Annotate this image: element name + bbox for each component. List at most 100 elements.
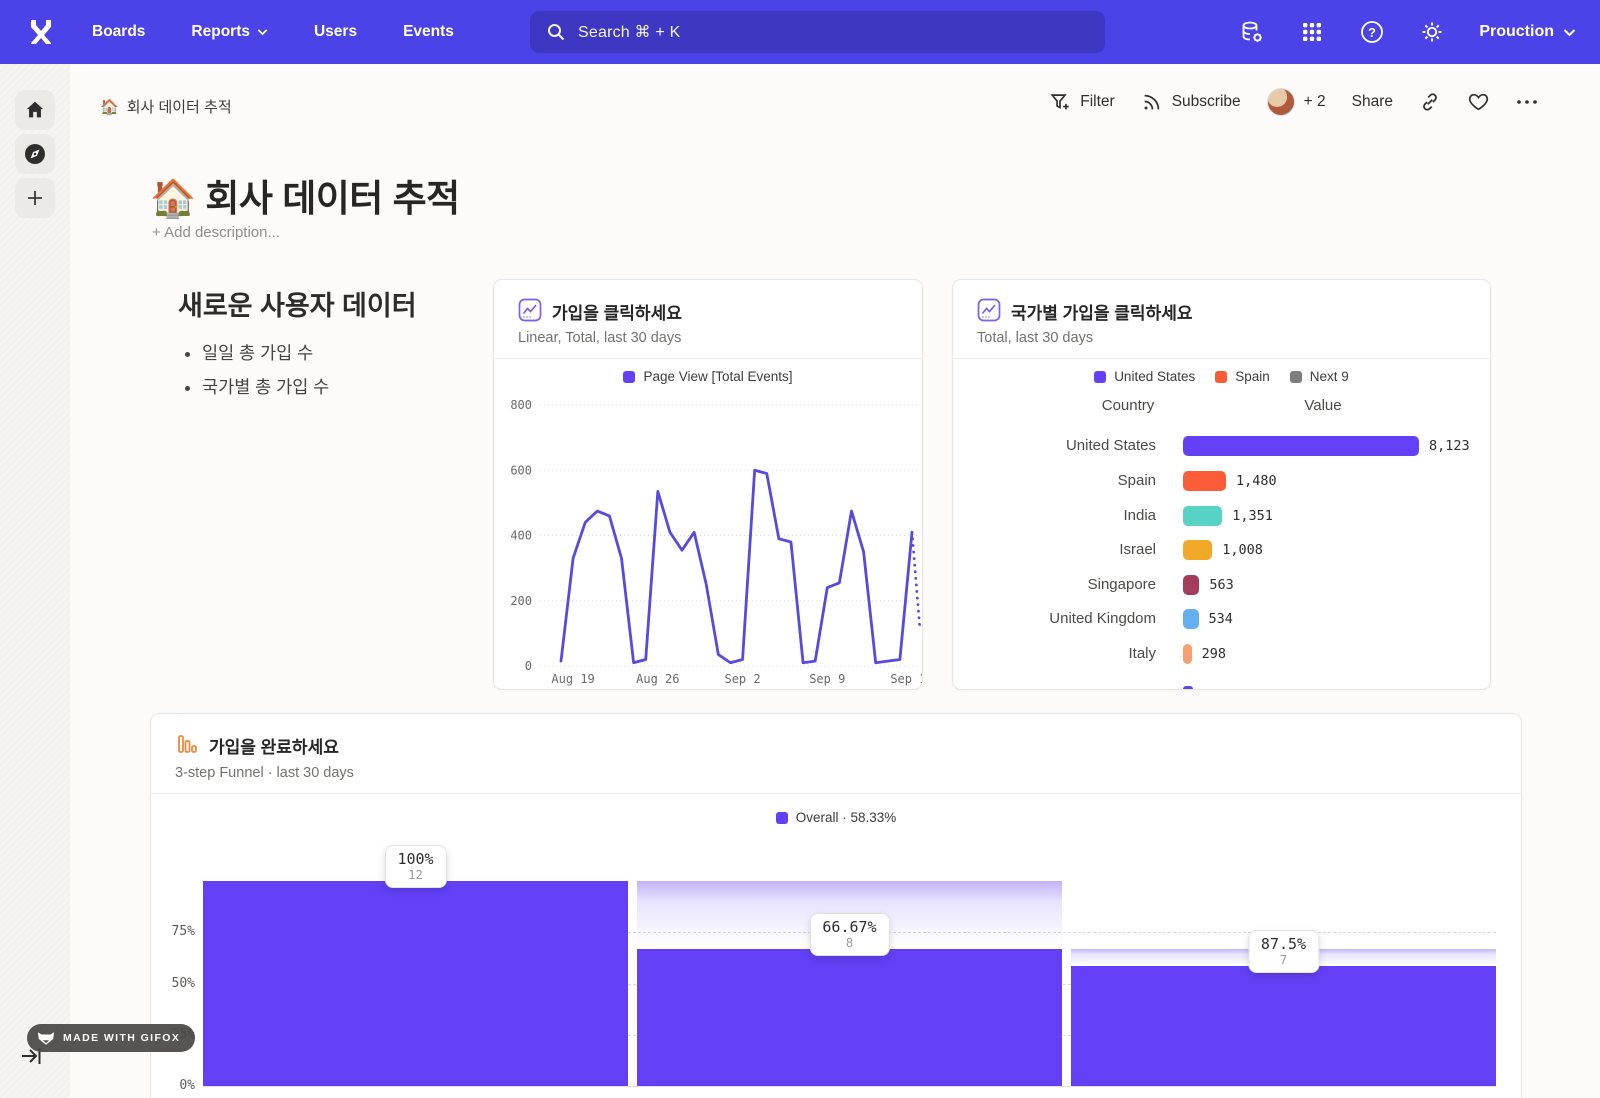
svg-text:800: 800 [510,398,532,412]
funnel-card[interactable]: 가입을 완료하세요 3-step Funnel · last 30 days O… [150,713,1522,1098]
fox-icon [37,1031,55,1046]
country-bar[interactable] [1183,436,1419,456]
rss-icon [1141,91,1163,113]
step-count: 8 [822,936,876,950]
line-chart-title: 가입을 클릭하세요 [552,299,682,324]
nav-item-events[interactable]: Events [403,23,454,41]
collaborators[interactable]: + 2 [1267,88,1326,116]
filter-button[interactable]: Filter [1049,91,1114,113]
title-emoji: 🏠 [150,178,196,219]
funnel-bar-step-2[interactable] [637,949,1062,1086]
add-description[interactable]: + Add description... [152,224,280,241]
country-value: 1,008 [1222,538,1263,562]
subscribe-button[interactable]: Subscribe [1141,91,1241,113]
copy-link-button[interactable] [1419,91,1441,113]
table-row[interactable]: India 1,351 [953,504,1490,528]
legend-label: Next 9 [1310,369,1349,384]
search-input[interactable]: Search ⌘ + K [530,11,1105,53]
line-series-incomplete [912,532,920,630]
conversion-pct: 87.5% [1261,935,1306,953]
favorite-button[interactable] [1467,91,1490,113]
country-value: 1,480 [1236,469,1277,493]
breadcrumb-label: 회사 데이터 추적 [127,96,232,117]
legend-item[interactable]: Next 9 [1290,369,1349,384]
country-bar[interactable] [1183,609,1199,629]
filter-icon [1049,91,1071,113]
country-bar-card[interactable]: 국가별 가입을 클릭하세요 Total, last 30 days United… [952,279,1491,690]
legend-label: United States [1114,369,1195,384]
text-card-heading: 새로운 사용자 데이터 [178,284,417,323]
line-chart-legend: Page View [Total Events] [494,369,922,384]
chevron-down-icon [257,28,268,36]
gifox-label: MADE WITH GIFOX [63,1032,180,1044]
funnel-bar-step-1[interactable] [203,881,628,1086]
column-header-value: Value [1253,397,1393,414]
country-value: 563 [1209,573,1233,597]
country-bar[interactable] [1183,506,1222,526]
legend-item[interactable]: Spain [1215,369,1270,384]
country-bar[interactable] [1183,575,1199,595]
svg-text:?: ? [1368,25,1376,40]
search-icon [546,22,566,42]
share-button[interactable]: Share [1352,93,1393,111]
add-button[interactable] [15,178,55,218]
table-row[interactable]: Spain 1,480 [953,469,1490,493]
settings-icon[interactable] [1419,19,1445,45]
chevron-down-icon [1563,28,1576,37]
line-series [561,470,912,662]
add-icon [25,188,45,208]
nav-item-users[interactable]: Users [314,23,357,41]
bar-chart-icon [977,298,1001,322]
home-button[interactable] [15,90,55,130]
svg-text:0: 0 [525,659,532,673]
country-bar[interactable] [1183,644,1192,664]
svg-text:Sep 9: Sep 9 [809,672,845,686]
heart-icon [1467,91,1490,113]
help-icon[interactable]: ? [1359,19,1385,45]
line-chart-card[interactable]: 가입을 클릭하세요 Linear, Total, last 30 days Pa… [493,279,923,690]
svg-text:200: 200 [510,594,532,608]
bar-chart-legend: United States Spain Next 9 [953,369,1490,384]
svg-text:600: 600 [510,463,532,477]
legend-label: Page View [Total Events] [643,369,792,384]
table-row[interactable]: Singapore563 [953,573,1490,597]
country-label: Spain [953,469,1156,493]
data-settings-icon[interactable] [1239,19,1265,45]
table-row[interactable]: United States 8,123 [953,434,1490,458]
country-label: United States [953,434,1156,458]
nav-item-reports[interactable]: Reports [191,23,268,41]
svg-text:Sep 2: Sep 2 [724,672,760,686]
country-bar[interactable] [1183,540,1212,560]
explore-button[interactable] [15,134,55,174]
project-selector[interactable]: Prouction [1479,23,1576,41]
column-header-country: Country [1063,397,1193,414]
table-row[interactable]: Italy298 [953,642,1490,666]
link-icon [1419,91,1441,113]
nav-item-boards[interactable]: Boards [92,23,145,41]
avatar-extra-count: + 2 [1304,93,1326,111]
table-row[interactable]: Israel1,008 [953,538,1490,562]
legend-swatch [623,371,635,383]
svg-text:Sep 16: Sep 16 [890,672,923,686]
legend-item[interactable]: United States [1094,369,1195,384]
table-row[interactable]: United Kingdom534 [953,607,1490,631]
avatar [1267,88,1295,116]
country-value: 8,123 [1429,434,1470,458]
country-label: United Kingdom [953,607,1156,631]
step-count: 7 [1261,953,1306,967]
gifox-badge: MADE WITH GIFOX [27,1024,195,1052]
more-menu-button[interactable] [1516,99,1538,105]
breadcrumb[interactable]: 🏠 회사 데이터 추적 [100,96,232,117]
mixpanel-logo[interactable] [22,13,60,51]
country-bar[interactable] [1183,471,1226,491]
action-bar: Filter Subscribe + 2 Share [1049,88,1538,116]
apps-grid-icon[interactable] [1299,19,1325,45]
explore-icon [23,142,47,166]
country-value: 1,351 [1232,504,1273,528]
funnel-tooltip: 66.67%8 [809,913,889,956]
text-card-bullets: 일일 총 가입 수국가별 총 가입 수 [202,340,329,408]
line-chart-plot[interactable]: 0200400600800Aug 19Aug 26Sep 2Sep 9Sep 1… [494,388,923,688]
home-icon [24,99,46,121]
country-label: India [953,504,1156,528]
funnel-bar-step-3[interactable] [1071,966,1496,1086]
